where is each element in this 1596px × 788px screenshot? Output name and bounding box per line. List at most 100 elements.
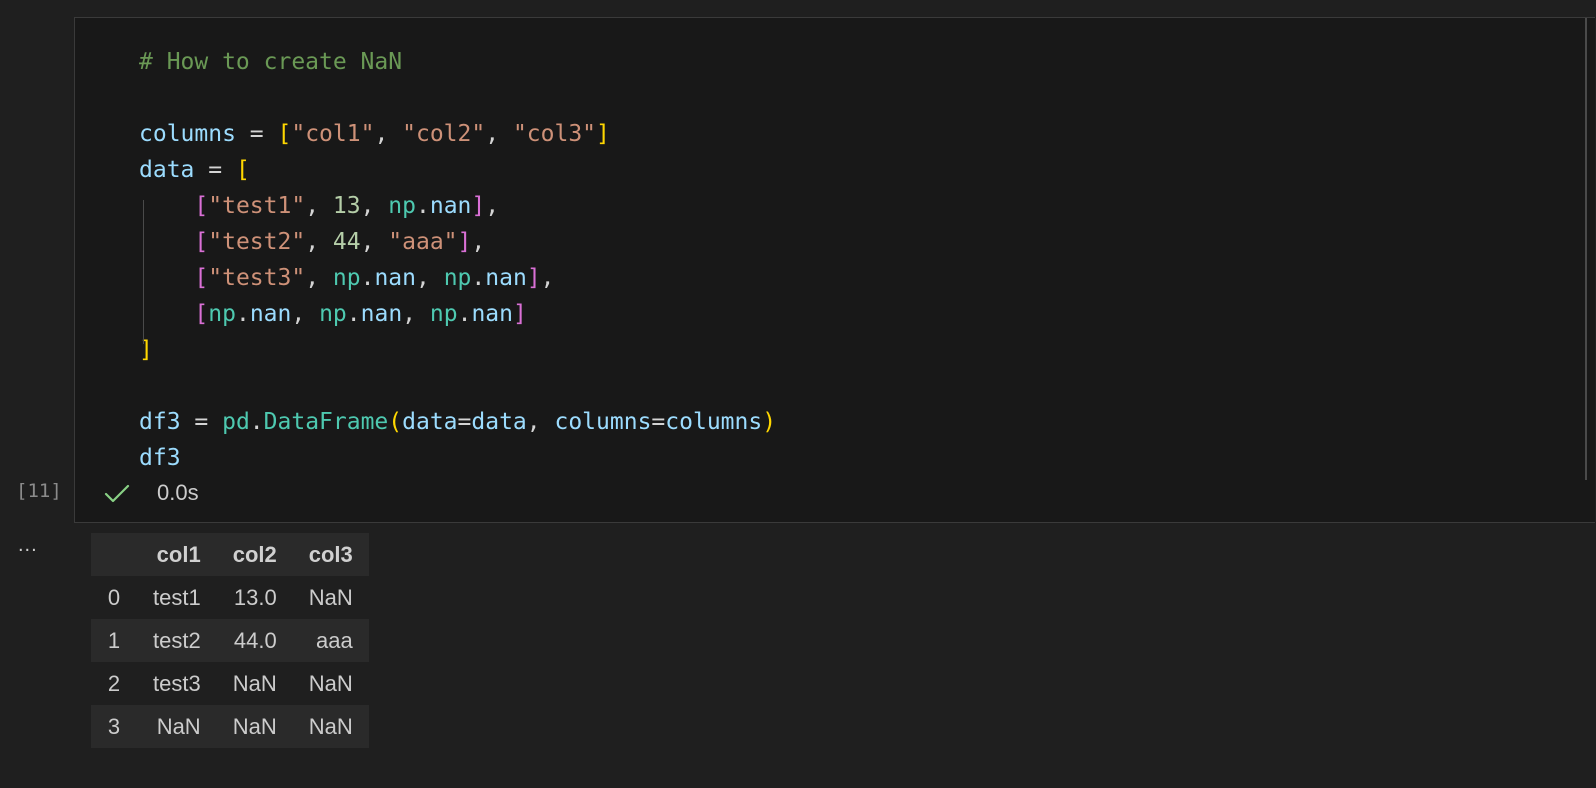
code-token: . bbox=[249, 409, 264, 435]
code-token: columns bbox=[665, 409, 763, 435]
code-token: columns bbox=[554, 409, 652, 435]
code-token: , bbox=[526, 409, 555, 435]
code-token: "aaa" bbox=[388, 229, 458, 255]
table-cell: test3 bbox=[153, 670, 201, 696]
table-corner-header bbox=[91, 533, 137, 576]
code-token: , bbox=[291, 301, 320, 327]
dataframe-table: col1 col2 col3 0 test1 13.0 NaN 1 test2 … bbox=[91, 533, 369, 748]
column-header: col1 bbox=[156, 541, 201, 567]
code-token: DataFrame bbox=[263, 409, 389, 435]
code-token: "test3" bbox=[208, 265, 306, 291]
code-token: data bbox=[139, 157, 195, 183]
code-token: , bbox=[402, 301, 430, 327]
code-token: columns bbox=[139, 121, 236, 147]
code-token: nan bbox=[360, 301, 403, 327]
code-token: nan bbox=[471, 301, 513, 327]
column-header: col2 bbox=[232, 541, 277, 567]
column-header: col3 bbox=[308, 541, 353, 567]
code-token: np bbox=[208, 301, 236, 327]
code-token: # How to create NaN bbox=[139, 49, 403, 75]
code-token: data bbox=[402, 409, 458, 435]
row-index: 2 bbox=[107, 670, 121, 696]
indent-guide bbox=[143, 200, 144, 344]
table-cell: aaa bbox=[316, 627, 353, 653]
code-token: , bbox=[471, 229, 486, 255]
code-token: . bbox=[346, 301, 361, 327]
code-token: , bbox=[360, 193, 389, 219]
execution-count: [11] bbox=[16, 480, 62, 502]
code-token: ] bbox=[139, 337, 153, 363]
code-token: . bbox=[416, 193, 430, 219]
code-token: = bbox=[651, 409, 666, 435]
code-token: [ bbox=[194, 193, 209, 219]
code-token: ] bbox=[526, 265, 541, 291]
code-editor[interactable]: # How to create NaN columns = ["col1", "… bbox=[139, 44, 776, 476]
code-token: = bbox=[235, 121, 278, 147]
code-line: columns = ["col1", "col2", "col3"] bbox=[139, 116, 776, 152]
code-token: ( bbox=[388, 409, 403, 435]
table-cell: NaN bbox=[308, 670, 353, 696]
execution-time: 0.0s bbox=[157, 480, 199, 505]
code-token: "test2" bbox=[208, 229, 306, 255]
code-token: [ bbox=[277, 121, 292, 147]
code-line: ["test3", np.nan, np.nan], bbox=[139, 260, 776, 296]
code-line: ] bbox=[139, 332, 776, 368]
table-row: 1 test2 44.0 aaa bbox=[91, 619, 369, 662]
code-token: [ bbox=[235, 157, 250, 183]
code-token: , bbox=[485, 193, 500, 219]
code-token: "col3" bbox=[512, 121, 597, 147]
code-token: , bbox=[416, 265, 444, 291]
code-line: data = [ bbox=[139, 152, 776, 188]
code-token: [ bbox=[194, 229, 209, 255]
code-token: = bbox=[194, 157, 236, 183]
table-cell: test1 bbox=[153, 584, 201, 610]
code-token: , bbox=[485, 121, 513, 147]
code-line: ["test2", 44, "aaa"], bbox=[139, 224, 776, 260]
row-index: 1 bbox=[107, 627, 121, 653]
code-token: 13 bbox=[332, 193, 361, 219]
code-token: , bbox=[374, 121, 403, 147]
code-token: ] bbox=[512, 301, 527, 327]
code-token: nan bbox=[249, 301, 292, 327]
code-token: np bbox=[429, 301, 458, 327]
code-token: nan bbox=[374, 265, 416, 291]
table-cell: NaN bbox=[232, 670, 277, 696]
code-line: # How to create NaN bbox=[139, 44, 776, 80]
code-token: , bbox=[305, 265, 333, 291]
code-token: nan bbox=[485, 265, 527, 291]
code-line: df3 bbox=[139, 440, 776, 476]
code-token: np bbox=[388, 193, 416, 219]
code-token: "col2" bbox=[402, 121, 486, 147]
code-token: "test1" bbox=[208, 193, 306, 219]
table-cell: 13.0 bbox=[233, 584, 277, 610]
table-cell: 44.0 bbox=[233, 627, 277, 653]
code-token: ) bbox=[762, 409, 777, 435]
table-row: 2 test3 NaN NaN bbox=[91, 662, 369, 705]
code-token: [ bbox=[194, 265, 209, 291]
code-line: [np.nan, np.nan, np.nan] bbox=[139, 296, 776, 332]
code-line: ["test1", 13, np.nan], bbox=[139, 188, 776, 224]
code-token: nan bbox=[429, 193, 472, 219]
table-row: 0 test1 13.0 NaN bbox=[91, 576, 369, 619]
output-more-button[interactable]: ... bbox=[18, 534, 38, 557]
code-token: ] bbox=[596, 121, 610, 147]
code-token: np bbox=[319, 301, 347, 327]
code-cell[interactable]: # How to create NaN columns = ["col1", "… bbox=[74, 17, 1595, 523]
code-token: . bbox=[457, 301, 472, 327]
code-token: . bbox=[471, 265, 486, 291]
check-icon bbox=[104, 484, 130, 503]
code-token: = bbox=[457, 409, 472, 435]
code-token: "col1" bbox=[291, 121, 375, 147]
code-token: pd bbox=[222, 409, 250, 435]
code-token: ] bbox=[457, 229, 472, 255]
table-cell: NaN bbox=[308, 584, 353, 610]
table-cell: NaN bbox=[156, 713, 201, 739]
cell-scrollbar[interactable] bbox=[1585, 18, 1587, 480]
row-index: 3 bbox=[107, 713, 121, 739]
code-token: , bbox=[305, 229, 333, 255]
